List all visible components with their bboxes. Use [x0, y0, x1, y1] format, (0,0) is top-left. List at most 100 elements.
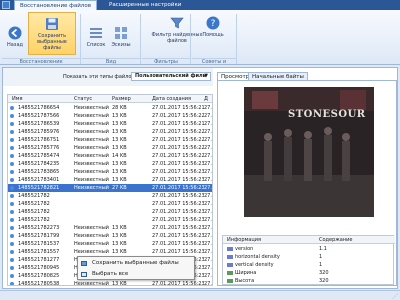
- context-save-selected[interactable]: Сохранить выбранные файлы: [78, 258, 194, 269]
- group-separator: [190, 14, 191, 64]
- context-select-all-label: Выбрать все: [92, 271, 129, 277]
- chevron-down-icon: ▼: [204, 73, 208, 79]
- cell-extra: 27.: [204, 241, 212, 247]
- save-selected-button[interactable]: Сохранить выбранные файлы: [28, 12, 76, 55]
- file-icon: [10, 146, 14, 150]
- cell-extra: 27.: [204, 217, 212, 223]
- file-icon: [10, 130, 14, 134]
- column-created[interactable]: Дата создания: [152, 96, 191, 102]
- context-save-label: Сохранить выбранные файлы: [92, 260, 179, 266]
- table-row[interactable]: 1485521786654 Неизвестный 28 KB 27.01.2017 …: [8, 104, 212, 112]
- table-row[interactable]: 1485521782273 Неизвестный 13 KB 27.01.2017 …: [8, 224, 212, 232]
- cell-date: 27.01.2017 15:56:23: [152, 241, 204, 247]
- cell-size: 28 KB: [112, 105, 127, 111]
- cell-date: 27.01.2017 15:56:22: [152, 145, 204, 151]
- table-row[interactable]: 1485521786539 Неизвестный 13 KB 27.01.2017 …: [8, 120, 212, 128]
- list-label: Список: [86, 42, 106, 48]
- column-status[interactable]: Статус: [74, 96, 92, 102]
- table-row[interactable]: 1485521782 27.01.2017 15:56:23 27.: [8, 216, 212, 224]
- album-art: [244, 87, 374, 217]
- column-name[interactable]: Имя: [12, 96, 23, 102]
- save-disk-icon: [46, 18, 58, 30]
- info-value: 320: [319, 278, 329, 284]
- file-icon: [10, 282, 14, 285]
- table-row[interactable]: 1485521782 27.01.2017 15:56:23 27.: [8, 200, 212, 208]
- context-select-all[interactable]: Выбрать все: [78, 269, 194, 280]
- cell-extra: 27.: [204, 249, 212, 255]
- list-icon: [90, 28, 102, 38]
- cell-extra: 27.: [204, 193, 212, 199]
- table-row[interactable]: 1485521783401 Неизвестный 13 KB 27.01.2017 …: [8, 176, 212, 184]
- back-label: Назад: [6, 42, 23, 48]
- cell-name: 1485521787566: [18, 113, 60, 119]
- list-view-button[interactable]: Список: [84, 12, 108, 55]
- tab-restore-files[interactable]: Восстановление файлов: [14, 0, 97, 10]
- table-row[interactable]: 1485521782 27.01.2017 15:56:23 27.: [8, 192, 212, 200]
- cell-date: 27.01.2017 15:56:22: [152, 113, 204, 119]
- cell-size: 13 KB: [112, 241, 127, 247]
- cell-name: 1485521785976: [18, 129, 60, 135]
- cell-size: 13 KB: [112, 129, 127, 135]
- cell-extra: 27.: [204, 137, 212, 143]
- cell-extra: 27.: [204, 281, 212, 286]
- cell-name: 1485521786751: [18, 137, 60, 143]
- main-panel: Показать эти типы файлов: Пользовательск…: [2, 67, 398, 289]
- cell-extra: 27.: [204, 225, 212, 231]
- table-row[interactable]: 1485521781537 Неизвестный 13 KB 27.01.2017 …: [8, 240, 212, 248]
- table-header: Имя Статус Размер Дата создания Д: [8, 95, 212, 103]
- cell-extra: 27.: [204, 265, 212, 271]
- help-icon: ?: [206, 16, 220, 30]
- property-icon: [227, 262, 233, 267]
- thumbnails-button[interactable]: Эскизы: [108, 12, 134, 55]
- info-key: vertical density: [235, 262, 274, 268]
- table-row[interactable]: 1485521786751 Неизвестный 13 KB 27.01.2017 …: [8, 136, 212, 144]
- group-restore-label: Восстановление: [2, 58, 80, 65]
- cell-size: 13 KB: [112, 169, 127, 175]
- table-row[interactable]: 1485521780538 Неизвестный 13 KB 27.01.2017 …: [8, 280, 212, 286]
- column-size[interactable]: Размер: [112, 96, 131, 102]
- help-button[interactable]: ? Помощь: [198, 12, 228, 55]
- back-button[interactable]: Назад: [4, 12, 26, 55]
- resize-grip-icon[interactable]: ⋰: [392, 293, 398, 300]
- file-icon: [10, 266, 14, 270]
- info-value: 320: [319, 270, 329, 276]
- property-icon: [227, 278, 233, 283]
- info-key: Высота: [235, 278, 255, 284]
- file-icon: [10, 106, 14, 110]
- cell-name: 1485521783865: [18, 169, 60, 175]
- column-modified[interactable]: Д: [204, 96, 208, 102]
- table-row[interactable]: 1485521785474 Неизвестный 14 KB 27.01.2017 …: [8, 152, 212, 160]
- group-tips-label: Советы и подсказки: [192, 58, 236, 72]
- table-row[interactable]: 1485521785976 Неизвестный 13 KB 27.01.2017 …: [8, 128, 212, 136]
- table-row[interactable]: 1485521781799 Неизвестный 13 KB 27.01.2017 …: [8, 232, 212, 240]
- table-row[interactable]: 1485521785776 Неизвестный 13 KB 27.01.2017 …: [8, 144, 212, 152]
- tab-advanced-settings[interactable]: Расширенные настройки: [104, 0, 186, 10]
- info-row: horizontal density 1: [223, 253, 395, 261]
- cell-size: 13 KB: [112, 233, 127, 239]
- cell-status: Неизвестный: [74, 105, 109, 111]
- table-row[interactable]: 1485521782821 Неизвестный 27 KB 27.01.2017 …: [8, 184, 212, 192]
- select-all-icon: [81, 272, 87, 277]
- cell-status: Неизвестный: [74, 153, 109, 159]
- file-type-filter-select[interactable]: Пользовательский филь ▼: [131, 72, 211, 81]
- file-icon: [10, 186, 14, 190]
- file-icon: [10, 274, 14, 278]
- table-row[interactable]: 1485521784235 Неизвестный 13 KB 27.01.2017 …: [8, 160, 212, 168]
- table-row[interactable]: 1485521783865 Неизвестный 13 KB 27.01.2017 …: [8, 168, 212, 176]
- table-row[interactable]: 1485521782 27.01.2017 15:56:23 27.: [8, 208, 212, 216]
- file-icon: [10, 154, 14, 158]
- table-row[interactable]: 1485521787566 Неизвестный 13 KB 27.01.2017 …: [8, 112, 212, 120]
- cell-size: 27 KB: [112, 185, 127, 191]
- cell-name: 1485521782: [18, 201, 50, 207]
- table-row[interactable]: 1485521781557 Неизвестный 13 KB 27.01.2017 …: [8, 248, 212, 256]
- save-disk-icon: [81, 261, 87, 266]
- property-icon: [227, 270, 233, 275]
- cell-name: 1485521782: [18, 217, 50, 223]
- cell-name: 1485521780825: [18, 273, 60, 279]
- cell-size: 13 KB: [112, 161, 127, 167]
- filter-found-files-button[interactable]: Фильтр найденных файлов: [150, 12, 204, 55]
- cell-name: 1485521781537: [18, 241, 60, 247]
- cell-extra: 27.: [204, 209, 212, 215]
- cell-extra: 27.: [204, 201, 212, 207]
- file-icon: [10, 210, 14, 214]
